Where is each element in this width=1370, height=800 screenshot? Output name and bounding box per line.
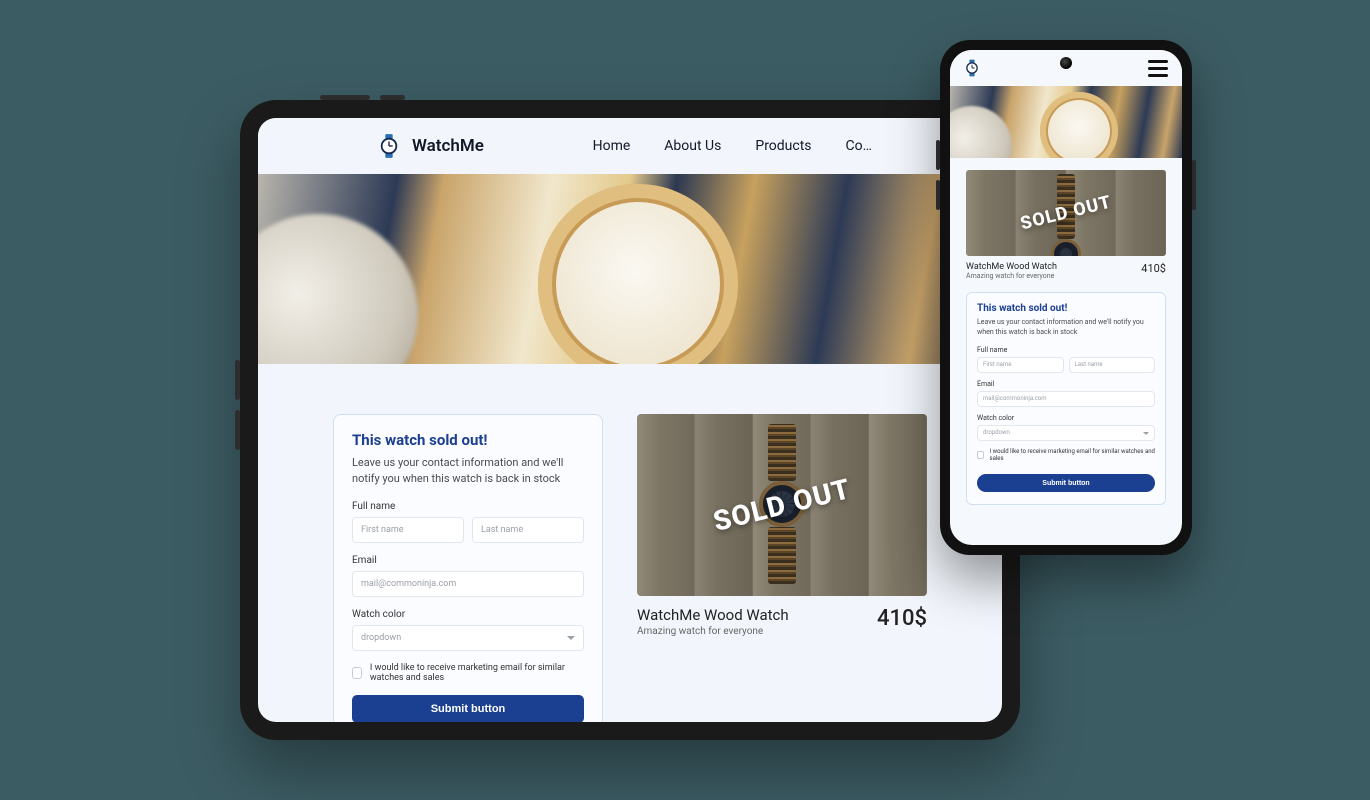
watch-color-label: Watch color — [352, 609, 584, 620]
email-input[interactable]: mail@commoninja.com — [352, 571, 584, 597]
phone-product-price: 410$ — [1141, 262, 1166, 275]
phone-product-image[interactable]: SOLD OUT — [966, 170, 1166, 256]
phone-first-name-input[interactable]: First name — [977, 357, 1064, 373]
main-nav: Home About Us Products Co… — [593, 138, 872, 154]
phone-product-desc: Amazing watch for everyone — [966, 272, 1057, 280]
brand[interactable]: WatchMe — [378, 133, 484, 159]
product-name: WatchMe Wood Watch — [637, 606, 789, 624]
email-label: Email — [352, 555, 584, 566]
watch-logo-icon[interactable] — [964, 59, 980, 77]
soldout-form: This watch sold out! Leave us your conta… — [333, 414, 603, 722]
product-desc: Amazing watch for everyone — [637, 626, 789, 637]
hero-image: SHINOLA 12 6 9 3 11 1 2 10 4 5 7 8 — [258, 174, 1002, 364]
phone-watch-color-label: Watch color — [977, 414, 1155, 422]
watch-color-select[interactable]: dropdown — [352, 625, 584, 651]
form-title: This watch sold out! — [352, 431, 584, 449]
ipad-screen: WatchMe Home About Us Products Co… SHINO… — [258, 118, 1002, 722]
product-image[interactable]: SOLD OUT — [637, 414, 927, 596]
nav-about[interactable]: About Us — [664, 138, 721, 154]
phone-fullname-label: Full name — [977, 346, 1155, 354]
checkbox-icon — [977, 451, 984, 459]
phone-camera-icon — [1060, 57, 1072, 69]
phone-frame: SOLD OUT WatchMe Wood Watch Amazing watc… — [940, 40, 1192, 555]
submit-button[interactable]: Submit button — [352, 695, 584, 722]
checkbox-icon — [352, 667, 362, 679]
site-header: WatchMe Home About Us Products Co… — [258, 118, 1002, 174]
fullname-label: Full name — [352, 501, 584, 512]
phone-submit-button[interactable]: Submit button — [977, 474, 1155, 492]
phone-email-input[interactable]: mail@commoninja.com — [977, 391, 1155, 407]
nav-contact[interactable]: Co… — [846, 138, 872, 154]
brand-name: WatchMe — [412, 136, 484, 156]
phone-product-name: WatchMe Wood Watch — [966, 262, 1057, 272]
phone-soldout-form: This watch sold out! Leave us your conta… — [966, 292, 1166, 505]
product-price: 410$ — [877, 606, 927, 631]
marketing-label: I would like to receive marketing email … — [370, 663, 584, 683]
phone-watch-color-select[interactable]: dropdown — [977, 425, 1155, 441]
nav-home[interactable]: Home — [593, 138, 631, 154]
first-name-input[interactable]: First name — [352, 517, 464, 543]
marketing-checkbox[interactable]: I would like to receive marketing email … — [352, 663, 584, 683]
phone-hero-image — [950, 86, 1182, 158]
product-card: SOLD OUT WatchMe Wood Watch Amazing watc… — [637, 414, 927, 722]
phone-last-name-input[interactable]: Last name — [1069, 357, 1156, 373]
phone-marketing-checkbox[interactable]: I would like to receive marketing email … — [977, 448, 1155, 462]
ipad-frame: WatchMe Home About Us Products Co… SHINO… — [240, 100, 1020, 740]
phone-email-label: Email — [977, 380, 1155, 388]
last-name-input[interactable]: Last name — [472, 517, 584, 543]
phone-marketing-label: I would like to receive marketing email … — [989, 448, 1155, 462]
phone-form-subtitle: Leave us your contact information and we… — [977, 318, 1155, 338]
form-subtitle: Leave us your contact information and we… — [352, 455, 584, 487]
watch-logo-icon — [378, 133, 400, 159]
phone-screen: SOLD OUT WatchMe Wood Watch Amazing watc… — [950, 50, 1182, 545]
phone-form-title: This watch sold out! — [977, 303, 1155, 314]
nav-products[interactable]: Products — [755, 138, 811, 154]
hamburger-menu-icon[interactable] — [1148, 60, 1168, 77]
